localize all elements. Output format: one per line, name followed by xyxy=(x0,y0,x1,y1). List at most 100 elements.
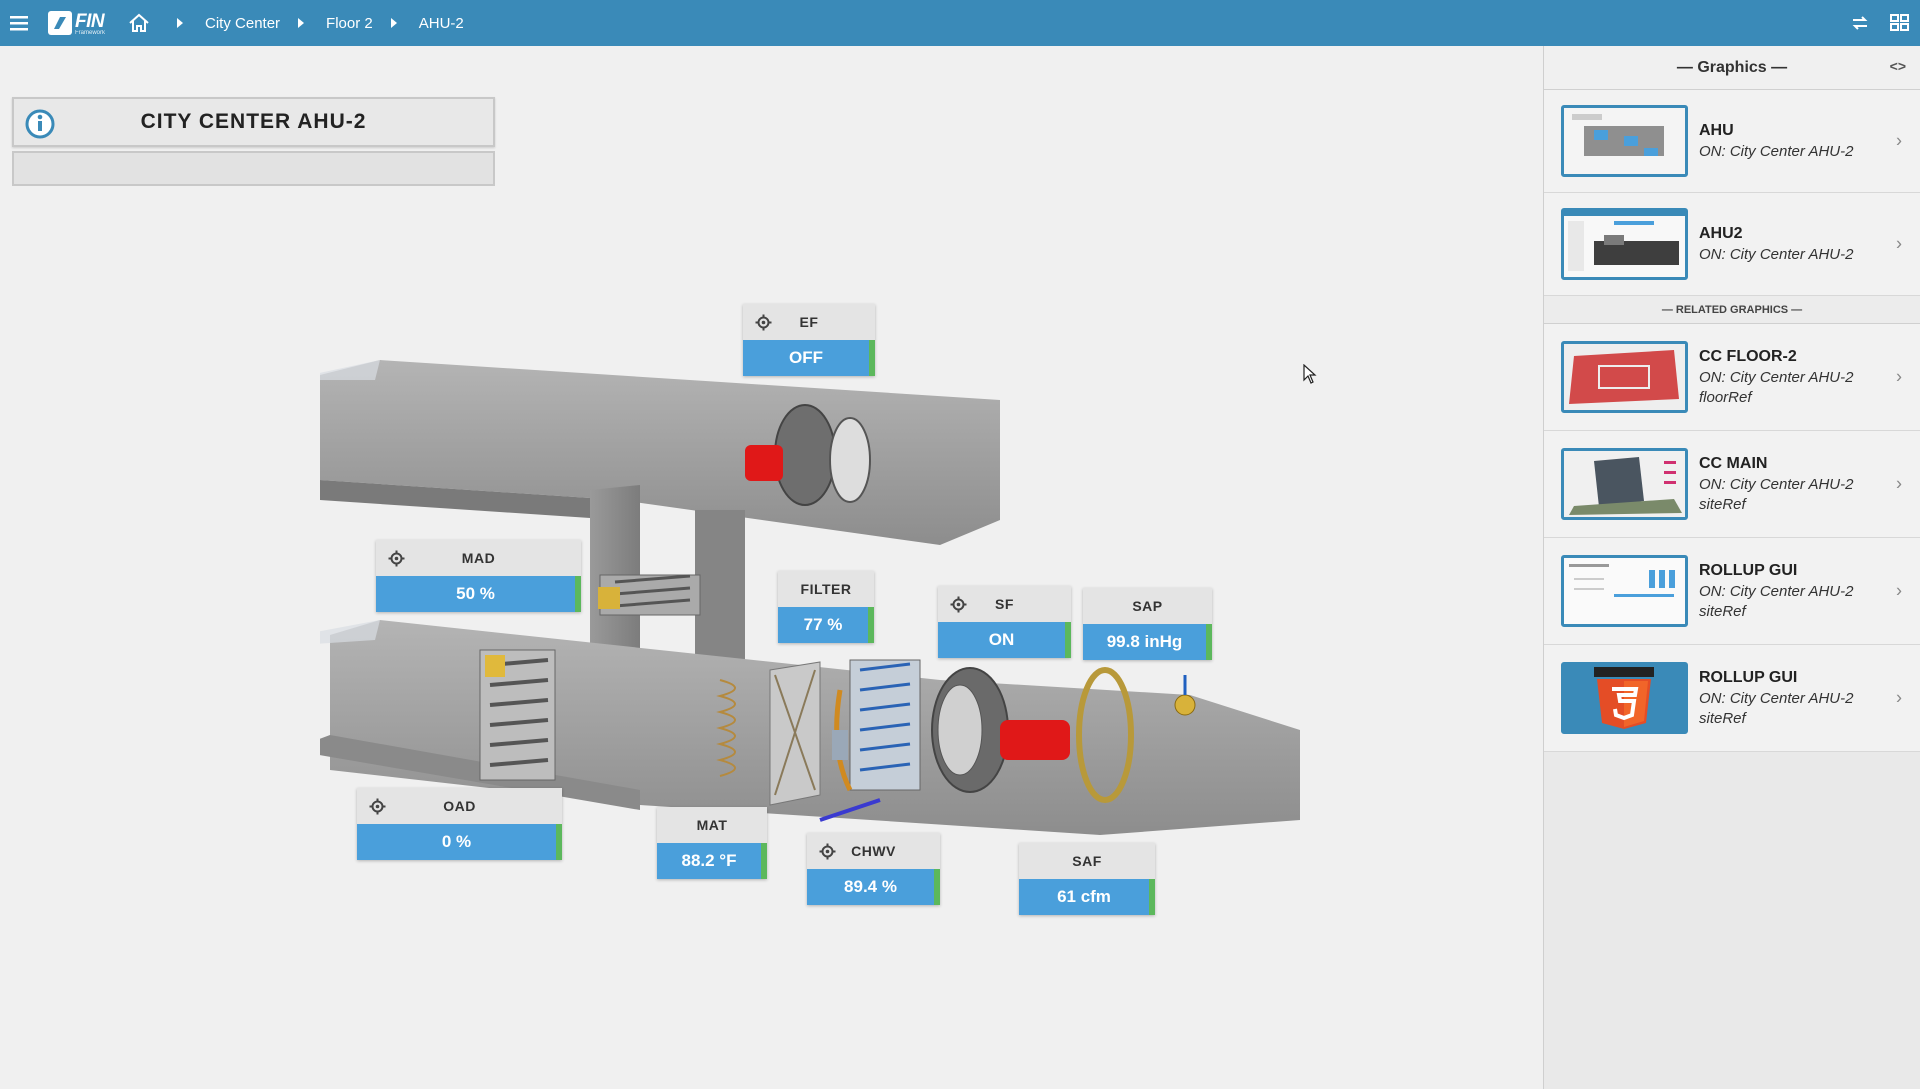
point-label: CHWV xyxy=(851,843,896,859)
graphic-name: CC FLOOR-2 xyxy=(1699,347,1797,365)
graphic-name: ROLLUP GUI xyxy=(1699,668,1798,686)
chevron-right-icon xyxy=(390,18,397,28)
point-value[interactable]: 0 % xyxy=(357,824,562,860)
chevron-right-icon: › xyxy=(1896,233,1902,254)
exhaust-fan-housing xyxy=(774,404,836,506)
home-icon[interactable] xyxy=(119,0,159,46)
menu-icon[interactable] xyxy=(0,0,40,46)
point-value[interactable]: 50 % xyxy=(376,576,581,612)
point-sf[interactable]: SF ON xyxy=(938,586,1071,658)
graphic-thumbnail xyxy=(1561,208,1688,280)
graphic-ref: siteRef xyxy=(1699,495,1746,513)
oad-actuator xyxy=(485,655,505,677)
point-value[interactable]: 61 cfm xyxy=(1019,879,1155,915)
top-bar: FIN Framework City Center Floor 2 AHU-2 xyxy=(0,0,1920,46)
breadcrumb-floor-2[interactable]: Floor 2 xyxy=(326,15,373,32)
point-label: SF xyxy=(995,596,1014,612)
gear-icon[interactable] xyxy=(819,843,836,863)
chevron-right-icon xyxy=(298,18,305,28)
point-label: FILTER xyxy=(800,581,852,597)
refresh-icon[interactable] xyxy=(1840,0,1880,46)
mouse-cursor-icon xyxy=(1303,364,1317,384)
point-label: SAP xyxy=(1132,598,1163,614)
exhaust-fan-inlet xyxy=(829,417,871,503)
point-value[interactable]: 88.2 °F xyxy=(657,843,767,879)
graphic-thumbnail xyxy=(1561,105,1688,177)
point-value[interactable]: 89.4 % xyxy=(807,869,940,905)
graphic-ref: siteRef xyxy=(1699,602,1746,620)
graphic-target: ON: City Center AHU-2 xyxy=(1699,582,1854,600)
point-value[interactable]: ON xyxy=(938,622,1071,658)
related-graphics-header: — RELATED GRAPHICS — xyxy=(1544,296,1920,324)
related-item-rollup-gui[interactable]: ROLLUP GUI ON: City Center AHU-2 siteRef… xyxy=(1544,538,1920,645)
supply-fan-motor xyxy=(1000,720,1070,760)
related-item-rollup-gui-html[interactable]: ROLLUP GUI ON: City Center AHU-2 siteRef… xyxy=(1544,645,1920,752)
point-label: SAF xyxy=(1072,853,1102,869)
graphic-name: ROLLUP GUI xyxy=(1699,561,1798,579)
sidebar-title: — Graphics — xyxy=(1676,58,1788,76)
graphic-thumbnail xyxy=(1561,662,1688,734)
point-sap[interactable]: SAP 99.8 inHg xyxy=(1083,588,1212,660)
exhaust-fan-motor xyxy=(745,445,783,481)
graphic-target: ON: City Center AHU-2 xyxy=(1699,368,1854,386)
graphics-sidebar: — Graphics — <> AHU ON: City Center AHU-… xyxy=(1543,46,1920,1089)
gear-icon[interactable] xyxy=(755,314,772,334)
collapse-toggle-icon[interactable]: <> xyxy=(1890,58,1906,74)
supply-fan-inlet xyxy=(937,684,983,776)
chevron-right-icon: › xyxy=(1896,473,1902,494)
point-mat[interactable]: MAT 88.2 °F xyxy=(657,807,767,879)
graphic-target: ON: City Center AHU-2 xyxy=(1699,689,1854,707)
equipment-subtitle-panel xyxy=(12,151,495,186)
gear-icon[interactable] xyxy=(388,550,405,570)
breadcrumb-ahu-2[interactable]: AHU-2 xyxy=(419,15,464,32)
point-label: MAT xyxy=(696,817,728,833)
point-label: OAD xyxy=(443,798,476,814)
related-item-cc-main[interactable]: CC MAIN ON: City Center AHU-2 siteRef › xyxy=(1544,431,1920,538)
chevron-right-icon xyxy=(177,18,184,28)
info-icon[interactable] xyxy=(24,108,56,145)
graphic-name: CC MAIN xyxy=(1699,454,1768,472)
gear-icon[interactable] xyxy=(950,596,967,616)
related-item-cc-floor-2[interactable]: CC FLOOR-2 ON: City Center AHU-2 floorRe… xyxy=(1544,324,1920,431)
point-value[interactable]: 99.8 inHg xyxy=(1083,624,1212,660)
graphic-name: AHU2 xyxy=(1699,225,1743,243)
pressure-sensor xyxy=(1174,694,1196,716)
point-ef[interactable]: EF OFF xyxy=(743,304,875,376)
graphic-thumbnail xyxy=(1561,448,1688,520)
graphic-target: ON: City Center AHU-2 xyxy=(1699,475,1854,493)
sidebar-header: — Graphics — <> xyxy=(1544,46,1920,90)
point-filter[interactable]: FILTER 77 % xyxy=(778,571,874,643)
chevron-right-icon: › xyxy=(1896,366,1902,387)
graphic-target: ON: City Center AHU-2 xyxy=(1699,142,1854,160)
point-mad[interactable]: MAD 50 % xyxy=(376,540,581,612)
html5-logo-icon xyxy=(1564,665,1685,731)
graphic-name: AHU xyxy=(1699,122,1734,140)
point-label: EF xyxy=(799,314,819,330)
graphic-ref: siteRef xyxy=(1699,709,1746,727)
exhaust-duct xyxy=(320,360,1000,545)
graphic-item-ahu2[interactable]: AHU2 ON: City Center AHU-2 › xyxy=(1544,193,1920,296)
logo-subtext: Framework xyxy=(75,29,106,36)
logo-text: FIN xyxy=(75,10,105,32)
gear-icon[interactable] xyxy=(369,798,386,818)
graphic-ref: floorRef xyxy=(1699,388,1752,406)
point-saf[interactable]: SAF 61 cfm xyxy=(1019,843,1155,915)
graphic-item-ahu[interactable]: AHU ON: City Center AHU-2 › xyxy=(1544,90,1920,193)
point-chwv[interactable]: CHWV 89.4 % xyxy=(807,833,940,905)
point-oad[interactable]: OAD 0 % xyxy=(357,788,562,860)
point-value[interactable]: OFF xyxy=(743,340,875,376)
mixing-connector-back xyxy=(695,510,745,680)
damper-actuator xyxy=(598,587,620,609)
equipment-title-panel: CITY CENTER AHU-2 xyxy=(12,97,495,147)
breadcrumb-city-center[interactable]: City Center xyxy=(205,15,280,32)
chevron-right-icon: › xyxy=(1896,687,1902,708)
chevron-right-icon: › xyxy=(1896,580,1902,601)
exhaust-duct-opening xyxy=(320,360,380,380)
apps-grid-icon[interactable] xyxy=(1880,0,1920,46)
point-label: MAD xyxy=(461,550,496,566)
chw-valve xyxy=(832,730,848,760)
graphic-thumbnail xyxy=(1561,555,1688,627)
point-value[interactable]: 77 % xyxy=(778,607,874,643)
page-title: CITY CENTER AHU-2 xyxy=(140,110,367,133)
fin-logo[interactable]: FIN Framework xyxy=(48,11,105,36)
